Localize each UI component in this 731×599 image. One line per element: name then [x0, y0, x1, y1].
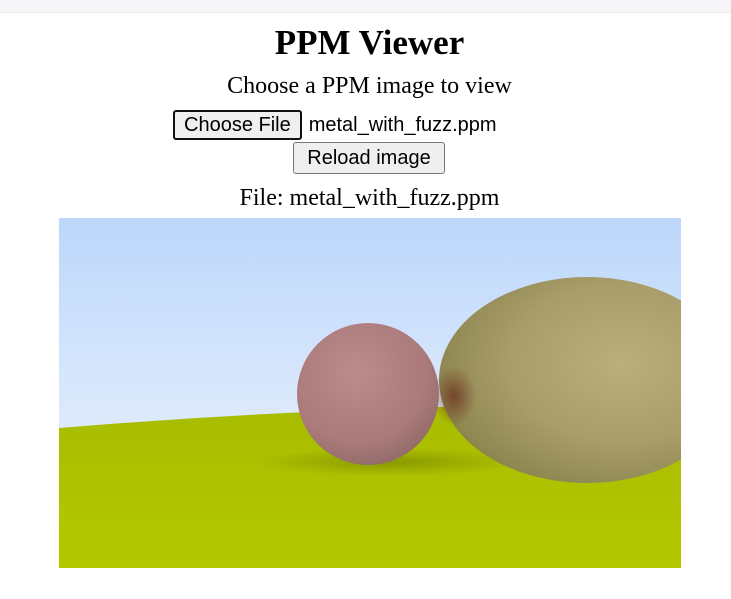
browser-top-strip — [0, 0, 731, 13]
file-info-label: File: metal_with_fuzz.ppm — [239, 185, 500, 211]
page-title: PPM Viewer — [274, 23, 465, 62]
page-subtitle: Choose a PPM image to view — [227, 73, 512, 99]
selected-file-name: metal_with_fuzz.ppm — [308, 113, 497, 136]
reload-image-button[interactable]: Reload image — [293, 142, 445, 174]
file-input[interactable]: Choose File metal_with_fuzz.ppm — [173, 110, 497, 140]
ppm-rendered-image — [59, 218, 681, 568]
choose-file-button[interactable]: Choose File — [173, 110, 302, 140]
pink-sphere — [297, 323, 439, 465]
